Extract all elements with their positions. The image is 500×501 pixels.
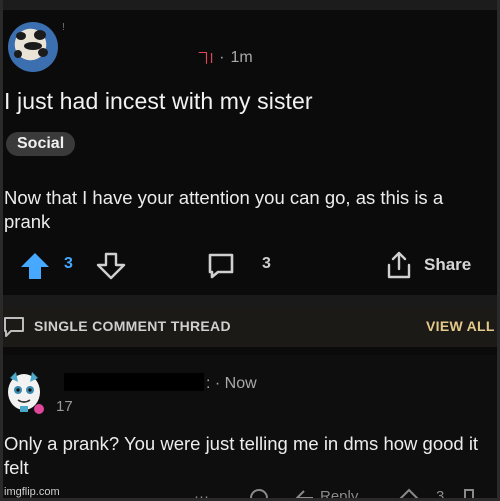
- reply-button[interactable]: Reply: [320, 488, 358, 501]
- reply-icon[interactable]: [294, 488, 316, 501]
- subreddit-mark[interactable]: ヿl: [196, 48, 213, 68]
- comment-downvote-icon[interactable]: [457, 488, 481, 501]
- comment-icon[interactable]: [206, 252, 236, 285]
- share-icon[interactable]: [384, 250, 414, 285]
- comment-vote-count: 3: [436, 488, 445, 501]
- upvote-count: 3: [64, 255, 73, 272]
- more-options-icon[interactable]: ···: [194, 488, 209, 501]
- comment-meta: : · Now: [206, 375, 257, 392]
- comment-upvote-icon[interactable]: [397, 488, 421, 501]
- post-flair[interactable]: Social: [6, 132, 76, 156]
- user-avatar[interactable]: [8, 22, 58, 72]
- meta-separator: ·: [219, 49, 225, 66]
- share-button[interactable]: Share: [424, 255, 471, 275]
- top-bar: [0, 0, 500, 10]
- view-all-button[interactable]: VIEW ALL: [426, 318, 495, 334]
- username-glyph: !: [62, 22, 65, 33]
- downvote-icon[interactable]: [96, 252, 126, 285]
- upvote-icon[interactable]: [20, 252, 50, 285]
- single-comment-thread-bar: SINGLE COMMENT THREAD VIEW ALL: [0, 307, 500, 347]
- redacted-username: [64, 373, 204, 391]
- comment-thread-icon: [2, 316, 26, 343]
- thread-label: SINGLE COMMENT THREAD: [34, 318, 231, 334]
- comment-karma: 17: [56, 398, 73, 415]
- post-meta: ヿl · 1m: [196, 48, 253, 68]
- online-status-dot: [34, 404, 44, 414]
- post-title[interactable]: I just had incest with my sister: [4, 88, 313, 115]
- section-divider: [0, 295, 500, 307]
- post-time: 1m: [230, 49, 253, 66]
- post-body: Now that I have your attention you can g…: [4, 187, 444, 232]
- comment-action-bar: ··· Reply 3: [190, 488, 500, 501]
- post-action-bar: 3 3 Share: [0, 248, 500, 282]
- imgflip-watermark: imgflip.com: [4, 486, 60, 498]
- comment-count: 3: [262, 255, 271, 272]
- award-icon[interactable]: [248, 488, 270, 501]
- comment-text: Only a prank? You were just telling me i…: [4, 433, 479, 478]
